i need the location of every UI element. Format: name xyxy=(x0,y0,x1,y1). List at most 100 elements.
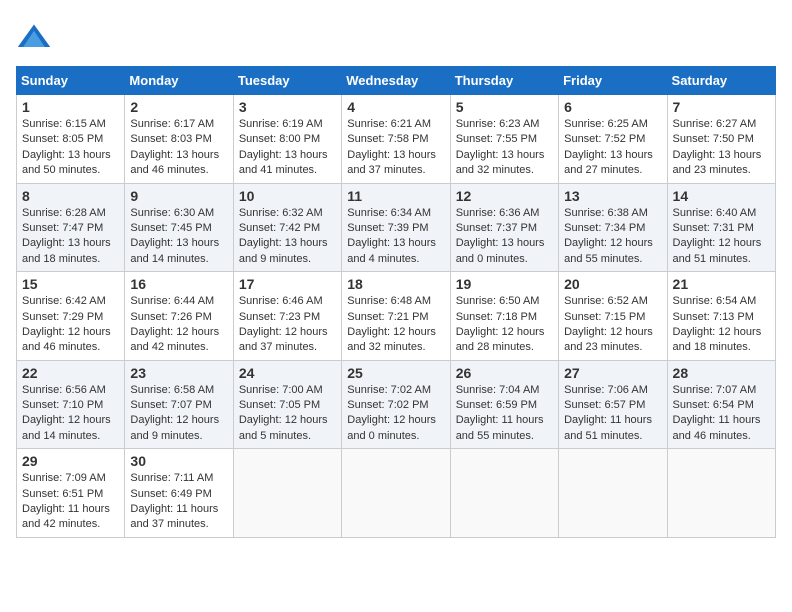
calendar-cell: 5 Sunrise: 6:23 AMSunset: 7:55 PMDaylight… xyxy=(450,95,558,184)
calendar-cell: 21 Sunrise: 6:54 AMSunset: 7:13 PMDayligh… xyxy=(667,272,775,361)
calendar-cell xyxy=(667,449,775,538)
calendar-cell: 15 Sunrise: 6:42 AMSunset: 7:29 PMDayligh… xyxy=(17,272,125,361)
calendar-header-row: SundayMondayTuesdayWednesdayThursdayFrid… xyxy=(17,67,776,95)
day-number: 9 xyxy=(130,188,227,204)
calendar-week-row: 29 Sunrise: 7:09 AMSunset: 6:51 PMDayligh… xyxy=(17,449,776,538)
calendar-cell: 7 Sunrise: 6:27 AMSunset: 7:50 PMDaylight… xyxy=(667,95,775,184)
day-number: 29 xyxy=(22,453,119,469)
day-number: 24 xyxy=(239,365,336,381)
calendar-cell: 6 Sunrise: 6:25 AMSunset: 7:52 PMDaylight… xyxy=(559,95,667,184)
calendar-cell: 4 Sunrise: 6:21 AMSunset: 7:58 PMDaylight… xyxy=(342,95,450,184)
calendar-cell: 26 Sunrise: 7:04 AMSunset: 6:59 PMDayligh… xyxy=(450,360,558,449)
day-info: Sunrise: 7:02 AMSunset: 7:02 PMDaylight:… xyxy=(347,383,444,445)
day-number: 6 xyxy=(564,99,661,115)
calendar-week-row: 22Sunrise: 6:56 AMSunset: 7:10 PMDayligh… xyxy=(17,360,776,449)
day-number: 11 xyxy=(347,188,444,204)
calendar-cell: 9 Sunrise: 6:30 AMSunset: 7:45 PMDaylight… xyxy=(125,183,233,272)
day-info: Sunrise: 6:28 AMSunset: 7:47 PMDaylight:… xyxy=(22,206,119,268)
calendar-cell: 23Sunrise: 6:58 AMSunset: 7:07 PMDayligh… xyxy=(125,360,233,449)
calendar-cell: 18 Sunrise: 6:48 AMSunset: 7:21 PMDayligh… xyxy=(342,272,450,361)
day-number: 30 xyxy=(130,453,227,469)
day-info: Sunrise: 6:58 AMSunset: 7:07 PMDaylight:… xyxy=(130,383,227,445)
day-number: 26 xyxy=(456,365,553,381)
calendar-cell: 25 Sunrise: 7:02 AMSunset: 7:02 PMDayligh… xyxy=(342,360,450,449)
day-number: 10 xyxy=(239,188,336,204)
calendar-cell xyxy=(559,449,667,538)
day-info: Sunrise: 7:07 AMSunset: 6:54 PMDaylight:… xyxy=(673,383,770,445)
day-info: Sunrise: 6:15 AMSunset: 8:05 PMDaylight:… xyxy=(22,117,119,179)
day-info: Sunrise: 6:30 AMSunset: 7:45 PMDaylight:… xyxy=(130,206,227,268)
calendar-cell: 11Sunrise: 6:34 AMSunset: 7:39 PMDayligh… xyxy=(342,183,450,272)
calendar-header-sunday: Sunday xyxy=(17,67,125,95)
day-number: 21 xyxy=(673,276,770,292)
day-number: 8 xyxy=(22,188,119,204)
day-info: Sunrise: 6:52 AMSunset: 7:15 PMDaylight:… xyxy=(564,294,661,356)
calendar-cell: 30Sunrise: 7:11 AMSunset: 6:49 PMDayligh… xyxy=(125,449,233,538)
calendar-cell xyxy=(450,449,558,538)
logo-icon xyxy=(16,20,52,56)
day-info: Sunrise: 6:56 AMSunset: 7:10 PMDaylight:… xyxy=(22,383,119,445)
calendar-cell: 3 Sunrise: 6:19 AMSunset: 8:00 PMDaylight… xyxy=(233,95,341,184)
day-number: 13 xyxy=(564,188,661,204)
day-info: Sunrise: 6:46 AMSunset: 7:23 PMDaylight:… xyxy=(239,294,336,356)
day-info: Sunrise: 7:06 AMSunset: 6:57 PMDaylight:… xyxy=(564,383,661,445)
day-info: Sunrise: 6:38 AMSunset: 7:34 PMDaylight:… xyxy=(564,206,661,268)
calendar-cell: 28 Sunrise: 7:07 AMSunset: 6:54 PMDayligh… xyxy=(667,360,775,449)
calendar-week-row: 8 Sunrise: 6:28 AMSunset: 7:47 PMDaylight… xyxy=(17,183,776,272)
day-number: 7 xyxy=(673,99,770,115)
day-info: Sunrise: 6:42 AMSunset: 7:29 PMDaylight:… xyxy=(22,294,119,356)
calendar-cell: 10 Sunrise: 6:32 AMSunset: 7:42 PMDayligh… xyxy=(233,183,341,272)
page-header xyxy=(16,16,776,56)
calendar-cell: 2Sunrise: 6:17 AMSunset: 8:03 PMDaylight… xyxy=(125,95,233,184)
calendar-cell: 12 Sunrise: 6:36 AMSunset: 7:37 PMDayligh… xyxy=(450,183,558,272)
day-number: 16 xyxy=(130,276,227,292)
calendar-cell: 29 Sunrise: 7:09 AMSunset: 6:51 PMDayligh… xyxy=(17,449,125,538)
day-number: 12 xyxy=(456,188,553,204)
calendar-cell: 20 Sunrise: 6:52 AMSunset: 7:15 PMDayligh… xyxy=(559,272,667,361)
day-info: Sunrise: 6:21 AMSunset: 7:58 PMDaylight:… xyxy=(347,117,444,179)
calendar-cell: 14 Sunrise: 6:40 AMSunset: 7:31 PMDayligh… xyxy=(667,183,775,272)
day-info: Sunrise: 6:48 AMSunset: 7:21 PMDaylight:… xyxy=(347,294,444,356)
calendar-cell: 13 Sunrise: 6:38 AMSunset: 7:34 PMDayligh… xyxy=(559,183,667,272)
day-number: 15 xyxy=(22,276,119,292)
day-number: 5 xyxy=(456,99,553,115)
calendar-cell: 16Sunrise: 6:44 AMSunset: 7:26 PMDayligh… xyxy=(125,272,233,361)
day-info: Sunrise: 6:23 AMSunset: 7:55 PMDaylight:… xyxy=(456,117,553,179)
day-info: Sunrise: 6:17 AMSunset: 8:03 PMDaylight:… xyxy=(130,117,227,179)
calendar-cell: 8 Sunrise: 6:28 AMSunset: 7:47 PMDaylight… xyxy=(17,183,125,272)
calendar-cell: 24 Sunrise: 7:00 AMSunset: 7:05 PMDayligh… xyxy=(233,360,341,449)
day-number: 4 xyxy=(347,99,444,115)
day-info: Sunrise: 7:09 AMSunset: 6:51 PMDaylight:… xyxy=(22,471,119,533)
logo xyxy=(16,20,56,56)
day-info: Sunrise: 6:27 AMSunset: 7:50 PMDaylight:… xyxy=(673,117,770,179)
day-info: Sunrise: 6:40 AMSunset: 7:31 PMDaylight:… xyxy=(673,206,770,268)
calendar-header-friday: Friday xyxy=(559,67,667,95)
calendar-cell: 22Sunrise: 6:56 AMSunset: 7:10 PMDayligh… xyxy=(17,360,125,449)
calendar-week-row: 15 Sunrise: 6:42 AMSunset: 7:29 PMDayligh… xyxy=(17,272,776,361)
day-number: 27 xyxy=(564,365,661,381)
calendar-table: SundayMondayTuesdayWednesdayThursdayFrid… xyxy=(16,66,776,538)
day-number: 3 xyxy=(239,99,336,115)
day-info: Sunrise: 6:32 AMSunset: 7:42 PMDaylight:… xyxy=(239,206,336,268)
day-number: 25 xyxy=(347,365,444,381)
calendar-cell: 19 Sunrise: 6:50 AMSunset: 7:18 PMDayligh… xyxy=(450,272,558,361)
day-info: Sunrise: 7:04 AMSunset: 6:59 PMDaylight:… xyxy=(456,383,553,445)
day-info: Sunrise: 6:25 AMSunset: 7:52 PMDaylight:… xyxy=(564,117,661,179)
calendar-header-tuesday: Tuesday xyxy=(233,67,341,95)
day-info: Sunrise: 6:19 AMSunset: 8:00 PMDaylight:… xyxy=(239,117,336,179)
day-info: Sunrise: 6:50 AMSunset: 7:18 PMDaylight:… xyxy=(456,294,553,356)
day-number: 19 xyxy=(456,276,553,292)
day-number: 20 xyxy=(564,276,661,292)
day-info: Sunrise: 6:54 AMSunset: 7:13 PMDaylight:… xyxy=(673,294,770,356)
day-number: 18 xyxy=(347,276,444,292)
calendar-cell: 17 Sunrise: 6:46 AMSunset: 7:23 PMDayligh… xyxy=(233,272,341,361)
day-info: Sunrise: 7:00 AMSunset: 7:05 PMDaylight:… xyxy=(239,383,336,445)
calendar-header-monday: Monday xyxy=(125,67,233,95)
calendar-week-row: 1 Sunrise: 6:15 AMSunset: 8:05 PMDaylight… xyxy=(17,95,776,184)
day-number: 17 xyxy=(239,276,336,292)
day-number: 28 xyxy=(673,365,770,381)
day-info: Sunrise: 6:36 AMSunset: 7:37 PMDaylight:… xyxy=(456,206,553,268)
day-number: 14 xyxy=(673,188,770,204)
day-number: 1 xyxy=(22,99,119,115)
calendar-cell xyxy=(233,449,341,538)
